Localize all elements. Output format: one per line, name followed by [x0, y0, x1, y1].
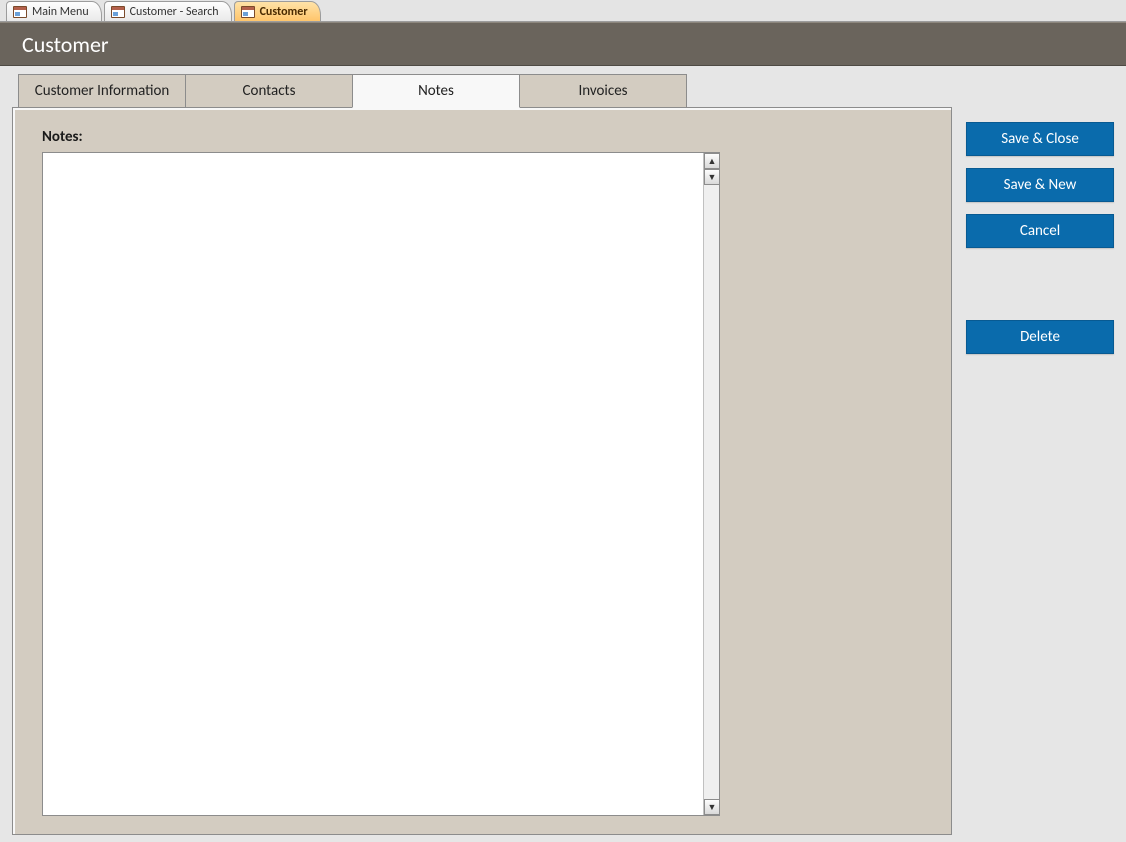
tab-label: Notes — [418, 82, 454, 100]
tab-label: Invoices — [578, 82, 627, 100]
form-icon — [241, 6, 255, 18]
action-buttons: Save & Close Save & New Cancel Delete — [966, 122, 1114, 366]
button-label: Save & New — [1004, 176, 1077, 194]
form-icon — [13, 6, 27, 18]
window-tab-main-menu[interactable]: Main Menu — [6, 1, 102, 21]
save-close-button[interactable]: Save & Close — [966, 122, 1114, 156]
form-area: Customer Information Contacts Notes Invo… — [12, 74, 960, 842]
notes-textarea[interactable] — [43, 153, 703, 815]
vertical-scrollbar[interactable]: ▲ ▼ ▼ — [703, 153, 719, 815]
notes-box: ▲ ▼ ▼ — [42, 152, 720, 816]
button-label: Delete — [1020, 328, 1060, 346]
title-bar: Customer — [0, 22, 1126, 66]
tab-notes[interactable]: Notes — [352, 74, 520, 108]
scroll-up-icon[interactable]: ▲ — [704, 153, 720, 169]
workspace: Customer Information Contacts Notes Invo… — [0, 66, 1126, 842]
cancel-button[interactable]: Cancel — [966, 214, 1114, 248]
window-tab-label: Customer — [260, 5, 308, 19]
form-icon — [111, 6, 125, 18]
window-tab-label: Main Menu — [32, 5, 89, 19]
tab-invoices[interactable]: Invoices — [519, 74, 687, 108]
button-label: Save & Close — [1001, 130, 1079, 148]
delete-button[interactable]: Delete — [966, 320, 1114, 354]
chevron-down-icon: ▼ — [708, 172, 717, 183]
save-new-button[interactable]: Save & New — [966, 168, 1114, 202]
chevron-down-icon: ▼ — [708, 802, 717, 813]
scroll-bottom-down-icon[interactable]: ▼ — [704, 799, 720, 815]
notes-label: Notes: — [42, 128, 83, 146]
app-window: Main Menu Customer - Search Customer Cus… — [0, 0, 1126, 842]
button-label: Cancel — [1020, 222, 1060, 240]
window-tab-customer-search[interactable]: Customer - Search — [104, 1, 232, 21]
tab-contacts[interactable]: Contacts — [185, 74, 353, 108]
tab-label: Contacts — [243, 82, 296, 100]
window-tab-customer[interactable]: Customer — [234, 1, 321, 21]
window-tabs: Main Menu Customer - Search Customer — [0, 0, 1126, 22]
tab-panel-inner: Notes: ▲ ▼ ▼ — [18, 112, 947, 829]
tab-panel: Notes: ▲ ▼ ▼ — [12, 107, 952, 835]
window-tab-label: Customer - Search — [130, 5, 219, 19]
scroll-down-icon[interactable]: ▼ — [704, 169, 720, 185]
tab-strip: Customer Information Contacts Notes Invo… — [18, 74, 686, 108]
tab-customer-information[interactable]: Customer Information — [18, 74, 186, 108]
chevron-up-icon: ▲ — [708, 156, 717, 167]
tab-label: Customer Information — [35, 82, 170, 100]
page-title: Customer — [22, 31, 109, 58]
